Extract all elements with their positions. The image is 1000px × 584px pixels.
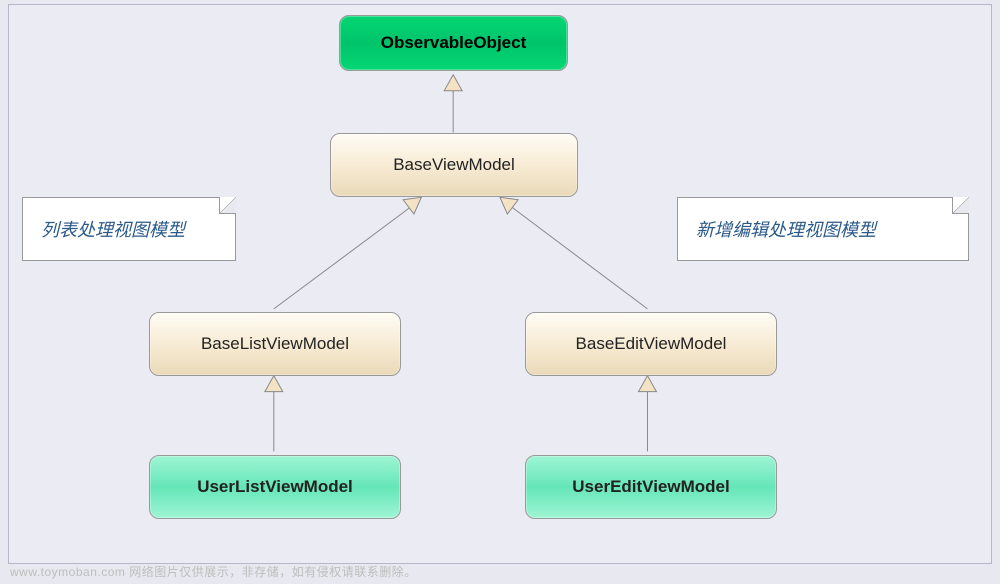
note-edit-view-model: 新增编辑处理视图模型 [677,197,969,261]
class-base-edit-view-model: BaseEditViewModel [525,312,777,376]
class-base-list-view-model: BaseListViewModel [149,312,401,376]
class-user-edit-view-model: UserEditViewModel [525,455,777,519]
class-base-view-model: BaseViewModel [330,133,578,197]
note-list-view-model: 列表处理视图模型 [22,197,236,261]
class-user-list-view-model: UserListViewModel [149,455,401,519]
class-observable-object: ObservableObject [339,15,568,71]
diagram-canvas: ObservableObject BaseViewModel 列表处理视图模型 … [8,4,992,564]
footer-watermark: www.toymoban.com 网络图片仅供展示，非存储，如有侵权请联系删除。 [10,563,417,580]
